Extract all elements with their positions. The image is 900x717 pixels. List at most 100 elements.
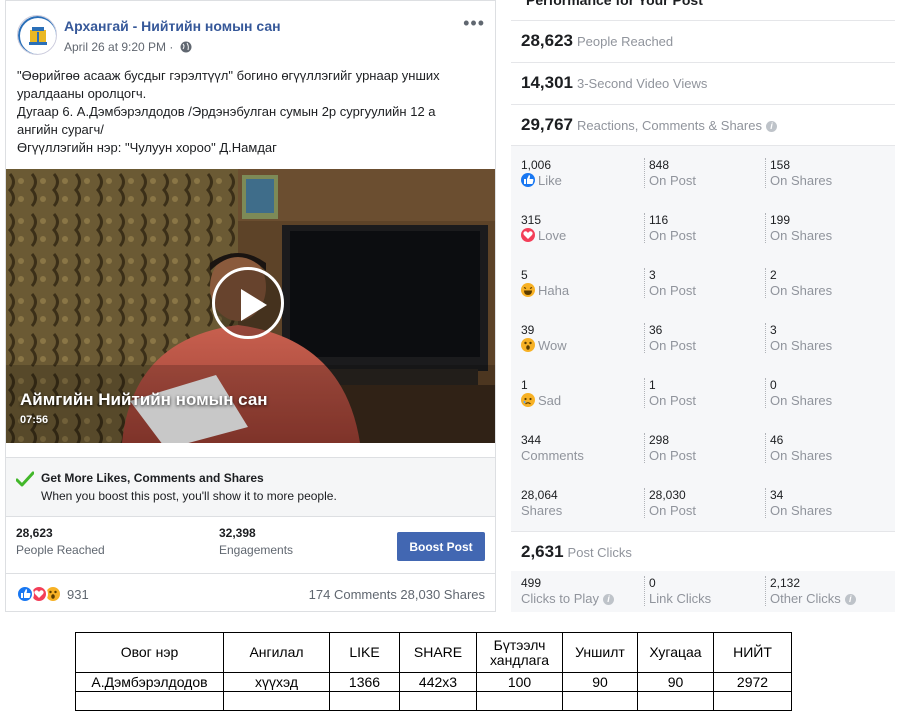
breakdown-label: Love (538, 228, 567, 243)
breakdown-row-love: 315 Love 116 On Post 199 On Shares (511, 201, 895, 256)
sad-icon (521, 393, 535, 407)
haha-icon (521, 283, 535, 297)
divider (765, 576, 766, 606)
table-header: Уншилт (562, 632, 638, 673)
more-icon[interactable]: ••• (463, 13, 485, 34)
table-row (75, 691, 792, 711)
table-header: SHARE (399, 632, 477, 673)
clicks-label: Link Clicks (649, 591, 712, 606)
page-avatar[interactable] (17, 15, 57, 55)
reactions-breakdown: 1,006 Like 848 On Post 158 On Shares 315 Lov… (511, 145, 895, 531)
breakdown-on-shares: 2 (770, 268, 777, 282)
clicks-label: Clicks to Play (521, 591, 600, 606)
table-cell: 100 (476, 672, 563, 692)
divider (765, 268, 766, 298)
on-post-label: On Post (649, 283, 696, 298)
post-text-line: ангийн сурагч/ (17, 122, 104, 137)
breakdown-row-like: 1,006 Like 848 On Post 158 On Shares (511, 146, 895, 201)
stat-engagements: 32,398 Engagements (219, 526, 293, 557)
divider (765, 378, 766, 408)
info-icon[interactable]: i (844, 594, 856, 605)
on-shares-label: On Shares (770, 173, 833, 188)
summary-value: 29,767 (521, 115, 573, 134)
table-cell (713, 691, 792, 711)
summary-value: 28,623 (521, 31, 573, 50)
breakdown-on-shares: 46 (770, 433, 784, 447)
clicks-value: 0 (649, 576, 656, 590)
table-cell (75, 691, 224, 711)
table-header-row: Овог нэр Ангилал LIKE SHARE Бүтээлч ханд… (75, 632, 792, 673)
post-footer: 931 174 Comments 28,030 Shares (6, 573, 495, 611)
on-post-label: On Post (649, 448, 696, 463)
post-meta: April 26 at 9:20 PM · (64, 40, 192, 56)
on-post-label: On Post (649, 393, 696, 408)
table-cell: 1366 (329, 672, 400, 692)
breakdown-on-post: 1 (649, 378, 656, 392)
video-player[interactable]: Аймгийн Нийтийн номын сан 07:56 (6, 169, 495, 443)
table-cell (329, 691, 400, 711)
breakdown-on-post: 116 (649, 213, 669, 227)
video-title: Аймгийн Нийтийн номын сан (20, 390, 268, 409)
play-button[interactable] (212, 267, 284, 339)
post-date[interactable]: April 26 at 9:20 PM · (64, 40, 173, 54)
clicks-value: 499 (521, 576, 542, 590)
stat-people-reached: 28,623 People Reached (16, 526, 105, 557)
table-cell (637, 691, 714, 711)
on-post-label: On Post (649, 173, 696, 188)
breakdown-row-haha: 5 Haha 3 On Post 2 On Shares (511, 256, 895, 311)
post-text: "Өөрийгөө асааж бусдыг гэрэлтүүл" богино… (17, 67, 487, 157)
on-post-label: On Post (649, 338, 696, 353)
post-header: Архангай - Нийтийн номын сан April 26 at… (6, 1, 495, 63)
stat-value: 28,623 (16, 526, 53, 540)
breakdown-on-shares: 158 (770, 158, 791, 172)
reaction-count[interactable]: 931 (67, 587, 89, 602)
table-cell: хүүхэд (223, 672, 330, 692)
summary-post-clicks: 2,631 Post Clicks (511, 531, 895, 571)
table-header: Ангилал (223, 632, 330, 673)
info-icon[interactable]: i (603, 594, 615, 605)
summary-value: 2,631 (521, 542, 564, 561)
divider (765, 433, 766, 463)
summary-people-reached: 28,623 People Reached (511, 20, 895, 62)
info-icon[interactable]: i (765, 121, 777, 132)
table-cell (223, 691, 330, 711)
divider (644, 378, 645, 408)
globe-icon (180, 41, 192, 56)
comments-shares[interactable]: 174 Comments 28,030 Shares (309, 587, 485, 602)
on-shares-label: On Shares (770, 228, 833, 243)
boost-post-button[interactable]: Boost Post (397, 532, 485, 561)
table-cell: А.Дэмбэрэлдодов (75, 672, 224, 692)
breakdown-total: 28,064 (521, 488, 558, 502)
divider (644, 433, 645, 463)
breakdown-on-post: 3 (649, 268, 656, 282)
on-shares-label: On Shares (770, 393, 833, 408)
on-shares-label: On Shares (770, 448, 833, 463)
performance-title: Performance for Your Post (526, 0, 703, 8)
page-name[interactable]: Архангай - Нийтийн номын сан (64, 18, 281, 34)
breakdown-row-comments: 344 Comments 298 On Post 46 On Shares (511, 421, 895, 476)
post-text-line: "Өөрийгөө асааж бусдыг гэрэлтүүл" богино… (17, 68, 440, 83)
breakdown-on-post: 298 (649, 433, 670, 447)
breakdown-on-shares: 34 (770, 488, 784, 502)
divider (765, 213, 766, 243)
summary-value: 14,301 (521, 73, 573, 92)
breakdown-row-wow: 39 Wow 36 On Post 3 On Shares (511, 311, 895, 366)
breakdown-total: 315 (521, 213, 542, 227)
table-header: НИЙТ (713, 632, 792, 673)
summary-label: People Reached (577, 34, 674, 49)
table-cell: 2972 (713, 672, 792, 692)
divider (644, 268, 645, 298)
table-header: LIKE (329, 632, 400, 673)
breakdown-label: Shares (521, 503, 563, 518)
breakdown-total: 1,006 (521, 158, 552, 172)
breakdown-row-shares: 28,064 Shares 28,030 On Post 34 On Shares (511, 476, 895, 531)
table-header: Овог нэр (75, 632, 224, 673)
divider (765, 158, 766, 188)
stat-value: 32,398 (219, 526, 256, 540)
breakdown-on-post: 28,030 (649, 488, 686, 502)
divider (765, 323, 766, 353)
table-cell: 90 (637, 672, 714, 692)
on-post-label: On Post (649, 503, 696, 518)
wow-icon (521, 338, 535, 352)
summary-label: Post Clicks (567, 545, 632, 560)
